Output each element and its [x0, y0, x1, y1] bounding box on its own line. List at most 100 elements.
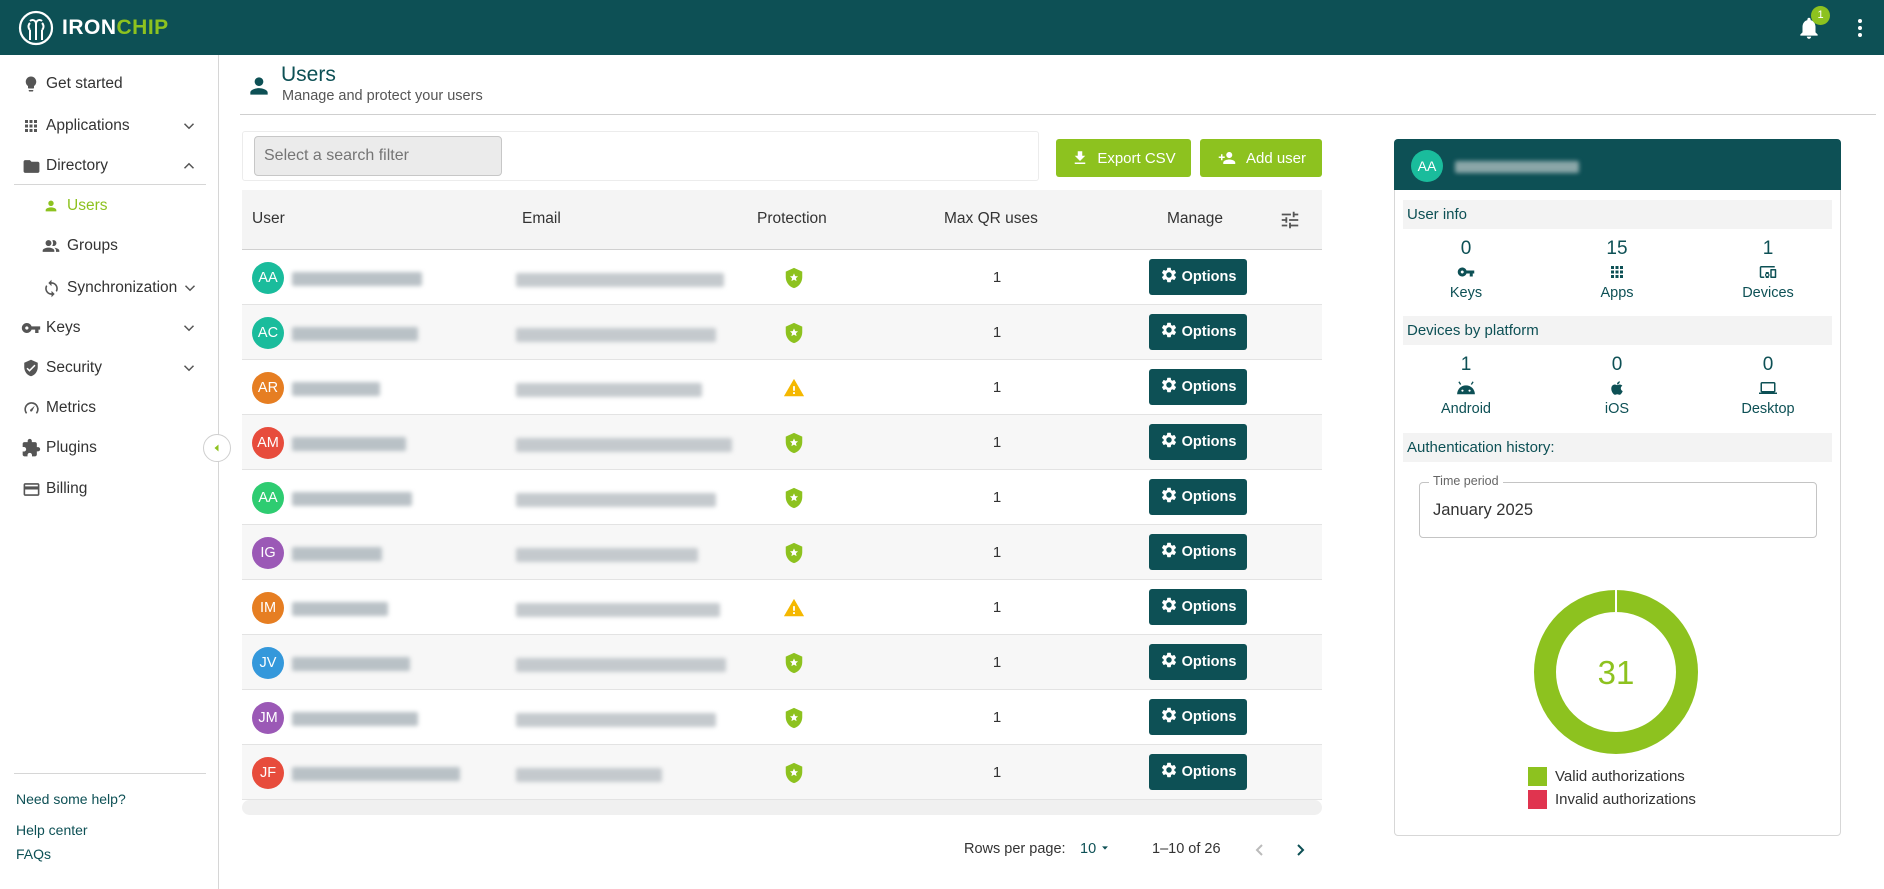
section-title: Devices by platform	[1407, 322, 1539, 339]
max-qr-uses-value: 1	[992, 709, 1002, 726]
search-filter-input[interactable]	[254, 136, 502, 176]
stat-value: 0	[1460, 238, 1472, 259]
next-page-icon[interactable]	[1288, 838, 1312, 862]
sidebar-item-directory[interactable]: Directory	[0, 148, 218, 184]
more-menu-icon[interactable]	[1852, 16, 1868, 40]
header-divider	[240, 114, 1876, 115]
options-button[interactable]: Options	[1149, 424, 1247, 460]
column-header-protection[interactable]: Protection	[757, 210, 827, 228]
apps-grid-icon	[1567, 261, 1667, 283]
avatar: AM	[252, 427, 284, 459]
options-button[interactable]: Options	[1149, 534, 1247, 570]
add-user-button[interactable]: Add user	[1200, 139, 1322, 177]
collapse-sidebar-button[interactable]	[203, 434, 231, 462]
chevron-down-icon	[183, 123, 195, 130]
table-row[interactable]: AC 1 Options	[242, 305, 1322, 360]
redacted-user-name	[292, 547, 382, 561]
column-settings-icon[interactable]	[1279, 209, 1301, 231]
column-header-email[interactable]: Email	[522, 210, 561, 228]
column-header-max-qr-uses[interactable]: Max QR uses	[944, 210, 1038, 228]
column-header-user[interactable]: User	[252, 210, 285, 228]
table-row[interactable]: AA 1 Options	[242, 250, 1322, 305]
top-app-bar	[0, 0, 1884, 55]
rows-per-page-select[interactable]: 10	[1080, 841, 1110, 857]
user-info-section: User info	[1403, 200, 1832, 229]
logo-text-chip: CHIP	[116, 16, 169, 39]
options-label: Options	[1181, 379, 1237, 395]
redacted-email	[516, 768, 662, 782]
avatar: IG	[252, 537, 284, 569]
options-button[interactable]: Options	[1149, 644, 1247, 680]
help-center-link[interactable]: Help center	[16, 822, 88, 838]
stat-label: iOS	[1604, 401, 1630, 417]
options-button[interactable]: Options	[1149, 479, 1247, 515]
options-button[interactable]: Options	[1149, 314, 1247, 350]
horizontal-scrollbar[interactable]	[242, 800, 1322, 815]
max-qr-uses-value: 1	[992, 654, 1002, 671]
options-button[interactable]: Options	[1149, 259, 1247, 295]
redacted-email	[516, 603, 720, 617]
options-button[interactable]: Options	[1149, 754, 1247, 790]
stat-label: Keys	[1449, 285, 1483, 301]
table-row[interactable]: IM 1 Options	[242, 580, 1322, 635]
sidebar-item-plugins[interactable]: Plugins	[0, 430, 218, 466]
sidebar-item-keys[interactable]: Keys	[0, 310, 218, 346]
sidebar-item-billing[interactable]: Billing	[0, 471, 218, 507]
sidebar-item-groups[interactable]: Groups	[0, 228, 218, 264]
stat-android: 1 Android	[1416, 354, 1516, 417]
sidebar-item-metrics[interactable]: Metrics	[0, 390, 218, 426]
table-row[interactable]: AR 1 Options	[242, 360, 1322, 415]
ironchip-logo-icon	[18, 10, 54, 46]
protected-shield-icon	[783, 707, 805, 729]
stat-label: Android	[1441, 401, 1491, 417]
caret-down-icon	[1102, 846, 1109, 850]
legend-valid-swatch	[1528, 767, 1547, 786]
key-icon	[20, 317, 42, 339]
options-label: Options	[1181, 709, 1237, 725]
options-label: Options	[1181, 544, 1237, 560]
sidebar-item-label: Get started	[46, 75, 123, 92]
options-label: Options	[1181, 434, 1237, 450]
export-csv-label: Export CSV	[1097, 149, 1176, 167]
time-period-label: Time period	[1429, 474, 1503, 488]
sidebar-item-users[interactable]: Users	[0, 188, 218, 224]
stat-keys: 0 Keys	[1416, 238, 1516, 301]
stat-desktop: 0 Desktop	[1718, 354, 1818, 417]
options-button[interactable]: Options	[1149, 369, 1247, 405]
faqs-link[interactable]: FAQs	[16, 846, 51, 862]
sidebar-item-label: Users	[67, 197, 108, 214]
table-row[interactable]: JF 1 Options	[242, 745, 1322, 800]
people-icon	[40, 235, 62, 257]
gear-icon	[1160, 761, 1178, 783]
stat-label: Apps	[1600, 285, 1634, 301]
protected-shield-icon	[783, 652, 805, 674]
gauge-icon	[20, 397, 42, 419]
ironchip-logo[interactable]: IRONCHIP	[18, 10, 169, 46]
sidebar-item-get-started[interactable]: Get started	[0, 66, 218, 102]
export-csv-button[interactable]: Export CSV	[1056, 139, 1191, 177]
table-row[interactable]: AA 1 Options	[242, 470, 1322, 525]
gear-icon	[1160, 651, 1178, 673]
previous-page-icon[interactable]	[1248, 838, 1272, 862]
shield-icon	[20, 357, 42, 379]
options-label: Options	[1181, 599, 1237, 615]
gear-icon	[1160, 486, 1178, 508]
devices-by-platform-section: Devices by platform	[1403, 316, 1832, 345]
table-row[interactable]: AM 1 Options	[242, 415, 1322, 470]
gear-icon	[1160, 321, 1178, 343]
pagination-range: 1–10 of 26	[1152, 841, 1221, 857]
max-qr-uses-value: 1	[992, 324, 1002, 341]
stat-value: 15	[1606, 238, 1628, 259]
gear-icon	[1160, 266, 1178, 288]
table-row[interactable]: JV 1 Options	[242, 635, 1322, 690]
options-label: Options	[1181, 324, 1237, 340]
max-qr-uses-value: 1	[992, 544, 1002, 561]
avatar: AA	[1411, 150, 1443, 182]
sidebar-item-synchronization[interactable]: Synchronization	[0, 270, 218, 306]
table-row[interactable]: IG 1 Options	[242, 525, 1322, 580]
sidebar-item-security[interactable]: Security	[0, 350, 218, 386]
options-button[interactable]: Options	[1149, 589, 1247, 625]
table-row[interactable]: JM 1 Options	[242, 690, 1322, 745]
options-button[interactable]: Options	[1149, 699, 1247, 735]
sidebar-item-applications[interactable]: Applications	[0, 108, 218, 144]
